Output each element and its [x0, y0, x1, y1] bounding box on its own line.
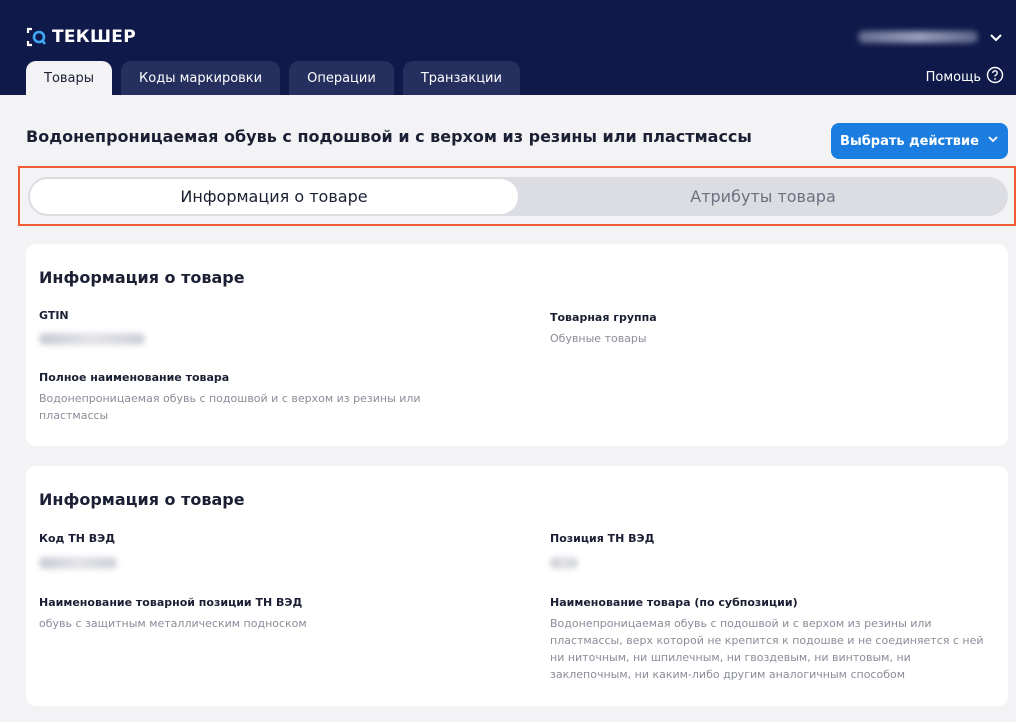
chevron-down-icon	[987, 133, 999, 149]
tab-transactions[interactable]: Транзакции	[402, 61, 520, 95]
top-header: ТЕКШЕР Товары Коды маркировки Операции Т…	[0, 0, 1016, 95]
tnved-position-value-redacted	[550, 557, 578, 569]
logo[interactable]: ТЕКШЕР	[26, 26, 136, 48]
tnved-code-value-redacted	[39, 557, 117, 569]
product-info-card: Информация о товаре GTIN Товарная группа…	[26, 244, 1008, 446]
main-tabs: Товары Коды маркировки Операции Транзакц…	[26, 61, 520, 95]
tnved-position-label: Позиция ТН ВЭД	[550, 532, 655, 545]
help-label: Помощь	[925, 69, 981, 85]
help-link[interactable]: Помощь	[925, 66, 1004, 88]
full-name-value: Водонепроницаемая обувь с подошвой и с в…	[39, 392, 421, 422]
segment-product-info[interactable]: Информация о товаре	[30, 179, 518, 214]
user-menu[interactable]	[858, 28, 1004, 46]
info-attributes-switch: Информация о товаре Атрибуты товара	[28, 177, 1008, 216]
tab-products[interactable]: Товары	[26, 61, 113, 95]
position-name-value: обувь с защитным металлическим подноском	[39, 617, 307, 630]
switcher-highlight-frame: Информация о товаре Атрибуты товара	[18, 166, 1016, 226]
card-title: Информация о товаре	[39, 490, 245, 509]
product-group-label: Товарная группа	[550, 311, 657, 324]
gtin-label: GTIN	[39, 309, 69, 322]
choose-action-button[interactable]: Выбрать действие	[831, 123, 1008, 159]
choose-action-label: Выбрать действие	[840, 133, 979, 149]
tnved-info-card: Информация о товаре Код ТН ВЭД Позиция Т…	[26, 466, 1008, 706]
subposition-name-value: Водонепроницаемая обувь с подошвой и с в…	[550, 617, 984, 681]
user-name-redacted	[858, 31, 978, 43]
logo-text: ТЕКШЕР	[52, 27, 136, 47]
product-group-value: Обувные товары	[550, 332, 647, 345]
segment-product-attributes[interactable]: Атрибуты товара	[518, 177, 1008, 216]
tab-operations[interactable]: Операции	[289, 61, 394, 95]
position-name-label: Наименование товарной позиции ТН ВЭД	[39, 596, 303, 609]
chevron-down-icon[interactable]	[988, 29, 1004, 45]
subposition-name-label: Наименование товара (по субпозиции)	[550, 596, 798, 609]
logo-icon	[26, 26, 48, 48]
help-icon	[986, 66, 1004, 88]
full-name-label: Полное наименование товара	[39, 371, 230, 384]
card-title: Информация о товаре	[39, 268, 245, 287]
tnved-code-label: Код ТН ВЭД	[39, 532, 116, 545]
page-title: Водонепроницаемая обувь с подошвой и с в…	[26, 127, 752, 146]
tab-marking-codes[interactable]: Коды маркировки	[121, 61, 281, 95]
gtin-value-redacted	[39, 333, 145, 345]
